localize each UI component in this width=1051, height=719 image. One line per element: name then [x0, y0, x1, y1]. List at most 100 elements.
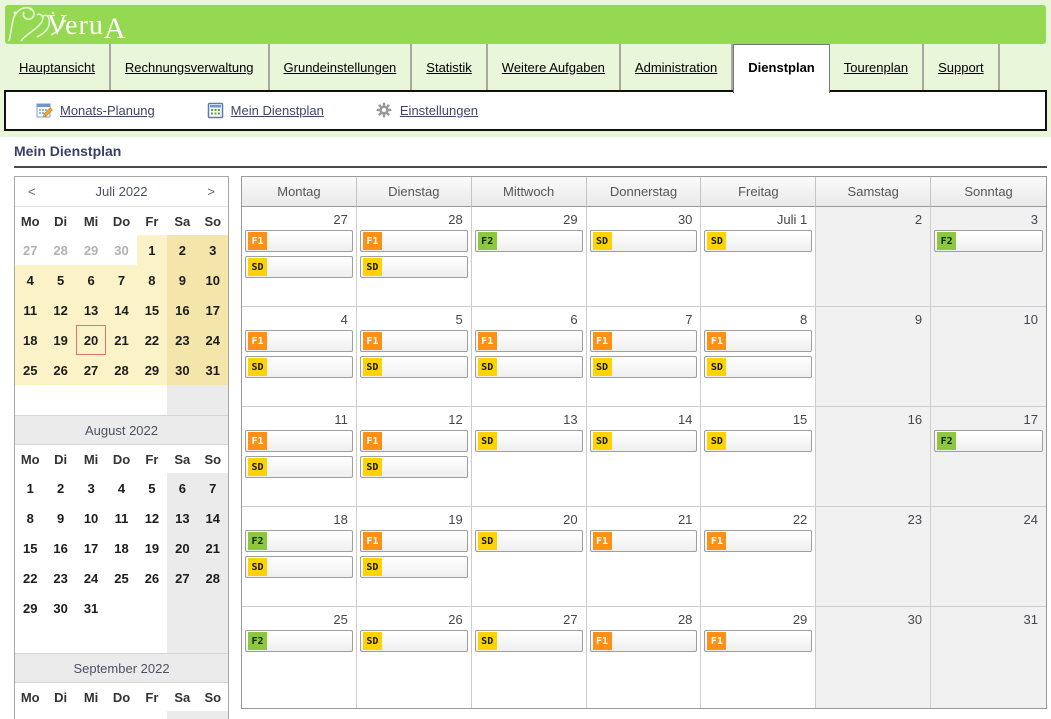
toolbar-link[interactable]: Mein Dienstplan [231, 103, 324, 118]
mini-day-cell[interactable]: 13 [167, 503, 197, 533]
next-month-arrow[interactable]: > [204, 184, 218, 199]
shift-entry-f1[interactable]: F1 [704, 630, 812, 652]
mini-day-cell[interactable]: 16 [167, 295, 197, 325]
shift-entry-sd[interactable]: SD [245, 356, 353, 378]
toolbar-item-mein-dienstplan[interactable]: Mein Dienstplan [207, 102, 324, 119]
shift-entry-f1[interactable]: F1 [360, 430, 468, 452]
mini-day-cell[interactable]: 11 [15, 295, 45, 325]
shift-entry-f1[interactable]: F1 [360, 530, 468, 552]
mini-day-cell[interactable]: 29 [15, 593, 45, 623]
mini-day-cell[interactable]: 29 [76, 235, 106, 265]
shift-entry-sd[interactable]: SD [245, 456, 353, 478]
mini-day-cell[interactable]: 5 [137, 473, 167, 503]
mini-day-cell[interactable]: 5 [45, 265, 75, 295]
tab-statistik[interactable]: Statistik [412, 44, 488, 90]
shift-entry-f1[interactable]: F1 [704, 530, 812, 552]
shift-entry-f2[interactable]: F2 [934, 230, 1043, 252]
mini-day-cell[interactable]: 2 [137, 711, 167, 719]
shift-entry-f1[interactable]: F1 [245, 230, 353, 252]
prev-month-arrow[interactable]: < [25, 184, 39, 199]
mini-day-cell[interactable]: 9 [45, 503, 75, 533]
mini-day-cell[interactable]: 10 [198, 265, 228, 295]
mini-day-cell[interactable]: 14 [198, 503, 228, 533]
mini-day-cell[interactable]: 28 [198, 563, 228, 593]
mini-day-cell[interactable]: 22 [137, 325, 167, 355]
mini-day-cell[interactable]: 8 [137, 265, 167, 295]
shift-entry-f1[interactable]: F1 [475, 330, 583, 352]
mini-day-cell[interactable]: 4 [198, 711, 228, 719]
mini-day-cell[interactable]: 3 [167, 711, 197, 719]
toolbar-item-monats-planung[interactable]: Monats-Planung [36, 102, 155, 119]
mini-day-cell[interactable]: 23 [167, 325, 197, 355]
mini-day-cell[interactable]: 10 [76, 503, 106, 533]
shift-entry-sd[interactable]: SD [704, 356, 812, 378]
tab-weitere-aufgaben[interactable]: Weitere Aufgaben [488, 44, 621, 90]
shift-entry-f2[interactable]: F2 [934, 430, 1043, 452]
tab-hauptansicht[interactable]: Hauptansicht [5, 44, 111, 90]
tab-dienstplan[interactable]: Dienstplan [733, 44, 829, 93]
mini-day-cell[interactable]: 13 [76, 295, 106, 325]
shift-entry-sd[interactable]: SD [475, 430, 583, 452]
mini-day-cell[interactable]: 30 [45, 593, 75, 623]
mini-day-cell[interactable]: 4 [106, 473, 136, 503]
mini-day-cell[interactable]: 19 [137, 533, 167, 563]
toolbar-item-einstellungen[interactable]: Einstellungen [376, 102, 478, 119]
mini-day-cell[interactable]: 2 [45, 473, 75, 503]
mini-day-cell[interactable]: 1 [15, 473, 45, 503]
mini-day-cell[interactable]: 6 [76, 265, 106, 295]
mini-day-cell[interactable]: 14 [106, 295, 136, 325]
tab-tourenplan[interactable]: Tourenplan [830, 44, 924, 90]
shift-entry-sd[interactable]: SD [475, 356, 583, 378]
mini-day-cell[interactable]: 1 [137, 235, 167, 265]
mini-day-cell[interactable]: 17 [198, 295, 228, 325]
mini-day-cell[interactable]: 30 [167, 355, 197, 385]
mini-day-cell[interactable]: 27 [167, 563, 197, 593]
mini-day-cell[interactable]: 12 [137, 503, 167, 533]
mini-day-cell[interactable]: 21 [198, 533, 228, 563]
toolbar-link[interactable]: Einstellungen [400, 103, 478, 118]
mini-day-cell[interactable]: 25 [106, 563, 136, 593]
shift-entry-sd[interactable]: SD [360, 356, 468, 378]
shift-entry-f1[interactable]: F1 [590, 530, 698, 552]
mini-day-cell[interactable]: 31 [198, 355, 228, 385]
mini-day-cell[interactable]: 12 [45, 295, 75, 325]
shift-entry-f1[interactable]: F1 [360, 230, 468, 252]
shift-entry-f1[interactable]: F1 [360, 330, 468, 352]
shift-entry-f2[interactable]: F2 [475, 230, 583, 252]
mini-day-cell[interactable]: 22 [15, 563, 45, 593]
mini-day-cell[interactable]: 27 [15, 235, 45, 265]
mini-day-cell[interactable]: 30 [106, 235, 136, 265]
mini-day-cell[interactable]: 9 [167, 265, 197, 295]
shift-entry-sd[interactable]: SD [704, 430, 812, 452]
mini-day-cell[interactable]: 4 [15, 265, 45, 295]
mini-day-cell[interactable]: 15 [137, 295, 167, 325]
shift-entry-sd[interactable]: SD [590, 430, 698, 452]
mini-day-cell[interactable]: 28 [45, 235, 75, 265]
shift-entry-sd[interactable]: SD [590, 356, 698, 378]
mini-day-cell[interactable]: 24 [198, 325, 228, 355]
mini-day-cell[interactable]: 19 [45, 325, 75, 355]
tab-grundeinstellungen[interactable]: Grundeinstellungen [270, 44, 413, 90]
shift-entry-sd[interactable]: SD [245, 256, 353, 278]
shift-entry-f1[interactable]: F1 [245, 330, 353, 352]
shift-entry-sd[interactable]: SD [360, 556, 468, 578]
mini-day-cell[interactable]: 6 [167, 473, 197, 503]
tab-rechnungsverwaltung[interactable]: Rechnungsverwaltung [111, 44, 270, 90]
mini-day-cell[interactable]: 29 [137, 355, 167, 385]
mini-day-cell[interactable]: 16 [45, 533, 75, 563]
shift-entry-sd[interactable]: SD [475, 630, 583, 652]
mini-day-cell[interactable]: 26 [137, 563, 167, 593]
shift-entry-sd[interactable]: SD [360, 456, 468, 478]
mini-day-cell[interactable]: 18 [15, 325, 45, 355]
shift-entry-f1[interactable]: F1 [590, 630, 698, 652]
mini-day-cell[interactable]: 25 [15, 355, 45, 385]
mini-day-cell[interactable]: 3 [198, 235, 228, 265]
tab-support[interactable]: Support [924, 44, 1000, 90]
mini-day-cell[interactable]: 20 [167, 533, 197, 563]
shift-entry-sd[interactable]: SD [590, 230, 698, 252]
shift-entry-f1[interactable]: F1 [704, 330, 812, 352]
mini-day-cell[interactable]: 8 [15, 503, 45, 533]
shift-entry-sd[interactable]: SD [475, 530, 583, 552]
mini-day-cell[interactable]: 24 [76, 563, 106, 593]
mini-day-cell[interactable]: 7 [106, 265, 136, 295]
